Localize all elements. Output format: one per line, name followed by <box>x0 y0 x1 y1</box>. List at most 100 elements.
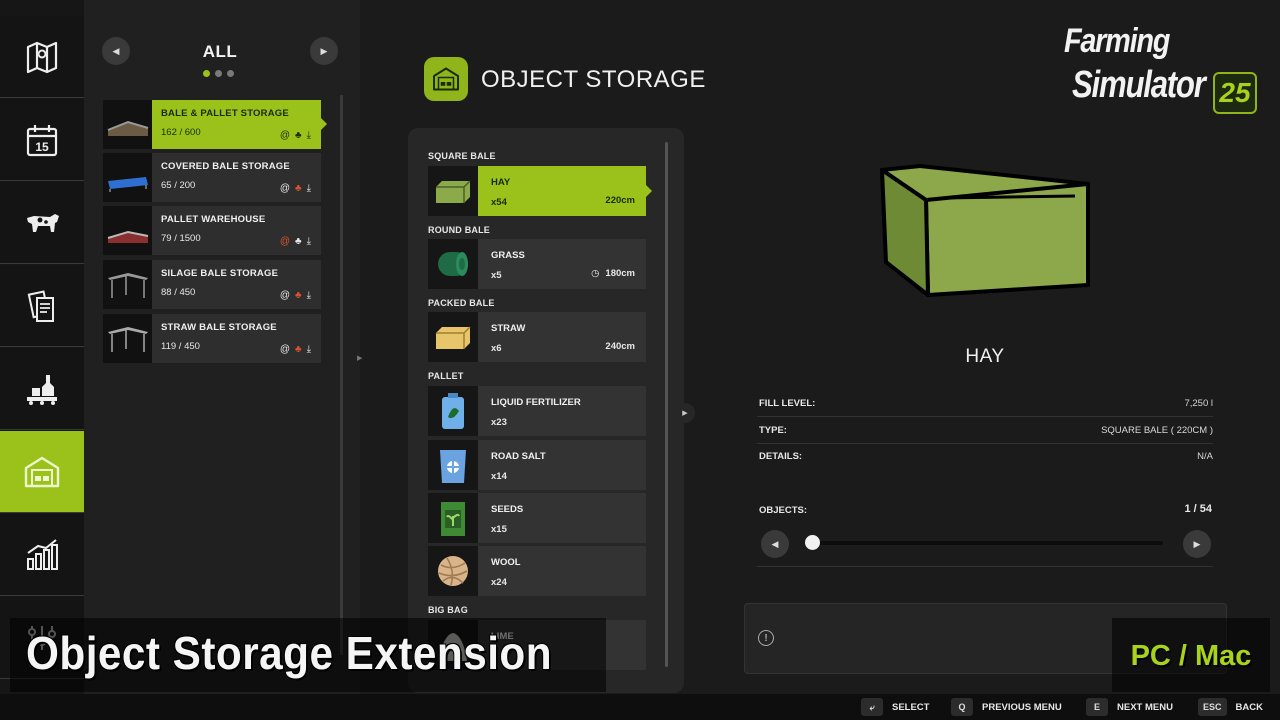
object-count: x14 <box>491 471 507 482</box>
sidebar-item-object-storage[interactable] <box>0 431 92 513</box>
selected-item-name: HAY <box>965 346 1005 367</box>
object-row-straw[interactable]: STRAW x6 240cm <box>428 312 646 362</box>
storage-row-silage-bale[interactable]: SILAGE BALE STORAGE 88 / 450 @ ♣ ⤓ <box>103 260 321 309</box>
storage-row-covered-bale[interactable]: COVERED BALE STORAGE 65 / 200 @ ♣ ⤓ <box>103 153 321 202</box>
filter-page-dots <box>203 70 234 77</box>
category-label: SQUARE BALE <box>428 151 496 161</box>
storage-thumbnail <box>103 153 152 202</box>
at-icon: @ <box>279 236 291 247</box>
enter-key-icon: ⤶ <box>861 698 883 716</box>
objects-slider-handle[interactable] <box>805 535 820 550</box>
storage-tags: @ ♣ ⤓ <box>280 344 311 355</box>
info-icon: ! <box>758 630 774 646</box>
category-label: PACKED BALE <box>428 298 495 308</box>
q-key: Q <box>951 698 973 716</box>
hint-previous-menu[interactable]: Q PREVIOUS MENU <box>951 698 1062 716</box>
storage-name: COVERED BALE STORAGE <box>161 161 290 172</box>
storage-tags: @ ♣ ⤓ <box>280 183 311 194</box>
bales-icon: ♣ <box>295 344 302 355</box>
objects-slider-track[interactable] <box>805 541 1163 545</box>
calendar-day: 15 <box>35 140 49 154</box>
objects-next-button[interactable]: ▶ <box>1183 530 1211 558</box>
sidebar-item-animals[interactable] <box>0 182 84 264</box>
hay-bale-preview <box>880 164 1090 297</box>
storage-row-straw-bale[interactable]: STRAW BALE STORAGE 119 / 450 @ ♣ ⤓ <box>103 314 321 363</box>
import-icon: ⤓ <box>306 130 311 141</box>
hay-bale-thumbnail <box>428 166 478 216</box>
object-name: STRAW <box>491 323 526 334</box>
statistics-icon <box>27 538 58 570</box>
at-icon: @ <box>279 344 291 355</box>
object-count: x15 <box>491 524 507 535</box>
sidebar-item-production[interactable] <box>0 348 84 430</box>
round-bale-thumbnail <box>428 239 478 289</box>
storage-thumbnail <box>103 206 152 255</box>
storage-name: BALE & PALLET STORAGE <box>161 108 289 119</box>
sidebar-item-calendar[interactable]: 15 <box>0 99 84 181</box>
object-row-road-salt[interactable]: ROAD SALT x14 <box>428 440 646 490</box>
bales-icon: ♣ <box>295 290 302 301</box>
import-icon: ⤓ <box>306 344 311 355</box>
storage-list-scrollbar[interactable] <box>340 95 343 655</box>
filter-prev-button[interactable]: ◀ <box>102 37 130 65</box>
filter-next-button[interactable]: ▶ <box>310 37 338 65</box>
page-dot <box>203 70 210 77</box>
object-name: ROAD SALT <box>491 451 546 462</box>
storage-name: SILAGE BALE STORAGE <box>161 268 279 279</box>
detail-type: TYPE: SQUARE BALE ( 220CM ) <box>757 418 1213 444</box>
storage-thumbnail <box>103 100 152 149</box>
category-label: ROUND BALE <box>428 225 490 235</box>
object-row-wool[interactable]: WOOL x24 <box>428 546 646 596</box>
import-icon: ⤓ <box>306 236 311 247</box>
detail-details: DETAILS: N/A <box>759 451 1213 462</box>
object-name: WOOL <box>491 557 521 568</box>
import-icon: ⤓ <box>306 290 311 301</box>
object-list-panel: SQUARE BALE HAY x54 220cm ROUND BALE GRA… <box>408 128 684 693</box>
object-storage-icon <box>24 456 60 487</box>
object-row-grass[interactable]: GRASS x5 ◷ 180cm <box>428 239 646 289</box>
storage-tags: @ ♣ ⤓ <box>280 130 311 141</box>
object-row-seeds[interactable]: SEEDS x15 <box>428 493 646 543</box>
object-row-liquid-fertilizer[interactable]: LIQUID FERTILIZER x23 <box>428 386 646 436</box>
object-list-scrollbar[interactable] <box>665 142 668 667</box>
wool-ball-thumbnail <box>428 546 478 596</box>
animals-icon <box>27 213 59 232</box>
objects-counter: 1 / 54 <box>1184 503 1212 515</box>
object-count: x23 <box>491 417 507 428</box>
storage-row-bale-pallet[interactable]: BALE & PALLET STORAGE 162 / 600 @ ♣ ⤓ <box>103 100 327 149</box>
video-caption: Object Storage Extension <box>26 627 553 679</box>
object-size: ◷ 180cm <box>591 268 635 279</box>
packed-bale-thumbnail <box>428 312 478 362</box>
sidebar-item-statistics[interactable] <box>0 514 84 596</box>
expand-details-icon[interactable]: ▶ <box>675 403 695 423</box>
arrow-right-icon: ▶ <box>320 45 328 56</box>
expand-arrow-icon[interactable]: ▶ <box>357 354 362 362</box>
map-icon <box>26 41 58 73</box>
storage-row-pallet-warehouse[interactable]: PALLET WAREHOUSE 79 / 1500 @ ♣ ⤓ <box>103 206 321 255</box>
arrow-left-icon: ◀ <box>771 538 779 549</box>
esc-key: ESC <box>1198 698 1227 716</box>
import-icon: ⤓ <box>306 183 311 194</box>
main-menu-sidebar: 15 <box>0 0 92 720</box>
hint-select[interactable]: ⤶ SELECT <box>861 698 929 716</box>
page-dot <box>227 70 234 77</box>
fertilizer-canister-thumbnail <box>428 386 478 436</box>
storage-thumbnail <box>103 260 152 309</box>
page-dot <box>215 70 222 77</box>
storage-name: PALLET WAREHOUSE <box>161 214 266 225</box>
hint-next-menu[interactable]: E NEXT MENU <box>1086 698 1173 716</box>
object-row-hay[interactable]: HAY x54 220cm <box>428 166 652 216</box>
object-size: 240cm <box>605 341 635 352</box>
sidebar-item-contracts[interactable] <box>0 265 84 347</box>
object-storage-header-icon <box>424 57 468 101</box>
object-count: x24 <box>491 577 507 588</box>
storage-tags: @ ♣ ⤓ <box>280 290 311 301</box>
calendar-icon: 15 <box>26 124 58 156</box>
object-name: GRASS <box>491 250 525 261</box>
sidebar-item-map[interactable] <box>0 16 84 98</box>
object-name: LIQUID FERTILIZER <box>491 397 581 408</box>
hint-back[interactable]: ESC BACK <box>1198 698 1263 716</box>
detail-fill-level: FILL LEVEL: 7,250 l <box>757 391 1213 417</box>
objects-prev-button[interactable]: ◀ <box>761 530 789 558</box>
category-label: BIG BAG <box>428 605 468 615</box>
